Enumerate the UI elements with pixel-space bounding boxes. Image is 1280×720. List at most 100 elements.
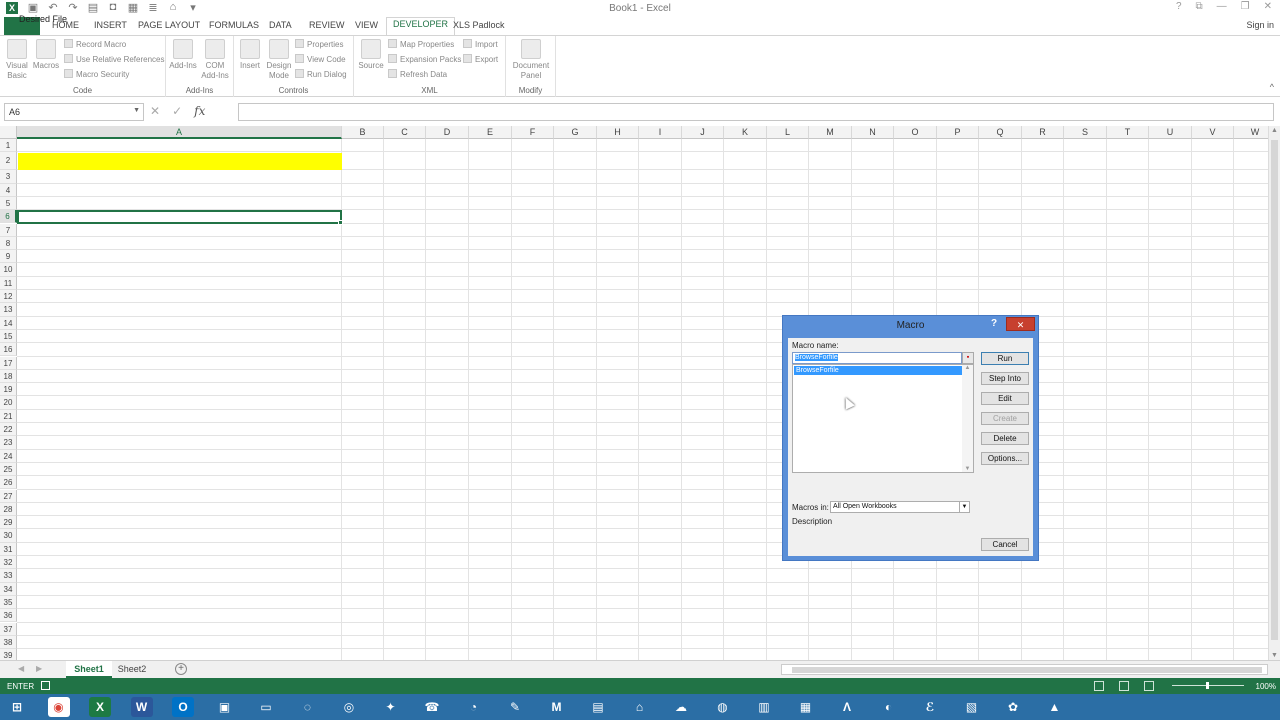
- confirm-entry-icon[interactable]: ✓: [172, 104, 182, 118]
- column-header-m[interactable]: M: [809, 126, 852, 139]
- normal-view-icon[interactable]: [1094, 681, 1104, 691]
- help-icon[interactable]: ?: [1176, 1, 1182, 12]
- macro-name-input[interactable]: BrowseForfile: [792, 352, 962, 364]
- row-header-29[interactable]: 29: [0, 516, 17, 530]
- row-header-31[interactable]: 31: [0, 542, 17, 556]
- column-header-t[interactable]: T: [1107, 126, 1149, 139]
- row-header-39[interactable]: 39: [0, 649, 17, 660]
- active-cell-a6[interactable]: [17, 210, 343, 225]
- column-header-g[interactable]: G: [554, 126, 597, 139]
- column-header-w[interactable]: W: [1234, 126, 1268, 139]
- tab-formulas[interactable]: FORMULAS: [209, 20, 259, 30]
- row-header-34[interactable]: 34: [0, 582, 17, 596]
- notes-icon[interactable]: ▦: [795, 697, 817, 717]
- insert-control-button[interactable]: Insert: [237, 39, 263, 71]
- row-header-7[interactable]: 7: [0, 223, 17, 237]
- chevron-down-icon[interactable]: ▼: [959, 502, 969, 512]
- a-icon[interactable]: Λ: [836, 697, 858, 717]
- macro-security-button[interactable]: Macro Security: [64, 69, 129, 79]
- zoom-slider[interactable]: [1172, 682, 1244, 689]
- row-header-10[interactable]: 10: [0, 263, 17, 277]
- horizontal-scrollbar[interactable]: [781, 664, 1268, 675]
- row-header-16[interactable]: 16: [0, 343, 17, 357]
- design-mode-button[interactable]: Design Mode: [265, 39, 293, 81]
- name-box-dropdown-icon[interactable]: ▼: [133, 107, 140, 114]
- row-header-19[interactable]: 19: [0, 383, 17, 397]
- map-properties-button[interactable]: Map Properties: [388, 39, 454, 49]
- column-header-s[interactable]: S: [1064, 126, 1107, 139]
- document-panel-button[interactable]: Document Panel: [509, 39, 553, 81]
- export-button[interactable]: Export: [463, 54, 498, 64]
- column-header-v[interactable]: V: [1192, 126, 1234, 139]
- row-header-22[interactable]: 22: [0, 423, 17, 437]
- edit-button[interactable]: Edit: [981, 392, 1029, 405]
- row-header-14[interactable]: 14: [0, 316, 17, 330]
- browser-icon[interactable]: ◌: [297, 697, 319, 717]
- m-icon[interactable]: M: [546, 697, 568, 717]
- cell-a2-highlighted[interactable]: [18, 153, 342, 170]
- explorer-icon[interactable]: ▤: [587, 697, 609, 717]
- sheet-tab-sheet1[interactable]: Sheet1: [66, 661, 112, 678]
- scroll-down-icon[interactable]: ▼: [1271, 652, 1278, 659]
- camera-app-icon[interactable]: ▭: [255, 697, 277, 717]
- cell-a1[interactable]: Desired File: [19, 14, 67, 24]
- clock-icon[interactable]: ◔: [463, 697, 485, 717]
- app-icon[interactable]: ▣: [214, 697, 236, 717]
- row-header-4[interactable]: 4: [0, 183, 17, 197]
- tab-review[interactable]: REVIEW: [309, 20, 345, 30]
- column-header-d[interactable]: D: [426, 126, 469, 139]
- macro-list[interactable]: BrowseForfile ▲ ▼: [792, 364, 974, 473]
- column-header-e[interactable]: E: [469, 126, 512, 139]
- row-header-8[interactable]: 8: [0, 236, 17, 251]
- zoom-level[interactable]: 100%: [1256, 682, 1276, 691]
- tab-insert[interactable]: INSERT: [94, 20, 127, 30]
- macro-recording-icon[interactable]: [41, 681, 50, 690]
- row-header-6[interactable]: 6: [0, 210, 17, 224]
- zoom-knob[interactable]: [1206, 682, 1209, 689]
- row-header-35[interactable]: 35: [0, 595, 17, 610]
- tab-page-layout[interactable]: PAGE LAYOUT: [138, 20, 200, 30]
- view-code-button[interactable]: View Code: [295, 54, 346, 64]
- scroll-up-icon[interactable]: ▲: [1271, 127, 1278, 134]
- insert-function-icon[interactable]: fx: [194, 104, 205, 118]
- run-dialog-button[interactable]: Run Dialog: [295, 69, 347, 79]
- sheet-tab-sheet2[interactable]: Sheet2: [114, 661, 150, 678]
- row-header-5[interactable]: 5: [0, 196, 17, 211]
- vlc-icon[interactable]: ▲: [1044, 697, 1066, 717]
- column-header-l[interactable]: L: [767, 126, 809, 139]
- phone-icon[interactable]: ☎: [421, 697, 443, 717]
- folder-app-icon[interactable]: ✦: [380, 697, 402, 717]
- collapse-ribbon-icon[interactable]: ^: [1270, 82, 1274, 92]
- collapse-dialog-icon[interactable]: ▪: [962, 352, 974, 364]
- expansion-packs-button[interactable]: Expansion Packs: [388, 54, 461, 64]
- doc2-icon[interactable]: ▧: [961, 697, 983, 717]
- tab-developer[interactable]: DEVELOPER: [386, 17, 456, 35]
- dialog-help-icon[interactable]: ?: [991, 318, 997, 329]
- chrome-alt-icon[interactable]: ◎: [338, 697, 360, 717]
- record-macro-button[interactable]: Record Macro: [64, 39, 126, 49]
- visual-basic-button[interactable]: Visual Basic: [4, 39, 30, 81]
- row-header-15[interactable]: 15: [0, 329, 17, 344]
- word-icon[interactable]: W: [130, 697, 153, 717]
- list-scroll-down-icon[interactable]: ▼: [962, 466, 973, 472]
- column-header-o[interactable]: O: [894, 126, 937, 139]
- row-header-12[interactable]: 12: [0, 290, 17, 304]
- paint-icon[interactable]: ✿: [1002, 697, 1024, 717]
- horizontal-scroll-thumb[interactable]: [792, 667, 1262, 673]
- fill-handle[interactable]: [338, 220, 343, 225]
- close-icon[interactable]: ✕: [1264, 1, 1272, 12]
- import-button[interactable]: Import: [463, 39, 498, 49]
- row-header-33[interactable]: 33: [0, 569, 17, 583]
- vertical-scroll-thumb[interactable]: [1271, 140, 1278, 640]
- row-header-18[interactable]: 18: [0, 369, 17, 384]
- prev-sheet-icon[interactable]: ◀: [18, 664, 24, 673]
- options-button[interactable]: Options...: [981, 452, 1029, 465]
- row-header-1[interactable]: 1: [0, 139, 17, 153]
- row-header-27[interactable]: 27: [0, 489, 17, 503]
- column-header-p[interactable]: P: [937, 126, 979, 139]
- doc-icon[interactable]: ▥: [753, 697, 775, 717]
- minimize-icon[interactable]: —: [1217, 1, 1227, 12]
- column-header-r[interactable]: R: [1022, 126, 1064, 139]
- row-header-32[interactable]: 32: [0, 556, 17, 570]
- dialog-close-icon[interactable]: ✕: [1006, 317, 1035, 331]
